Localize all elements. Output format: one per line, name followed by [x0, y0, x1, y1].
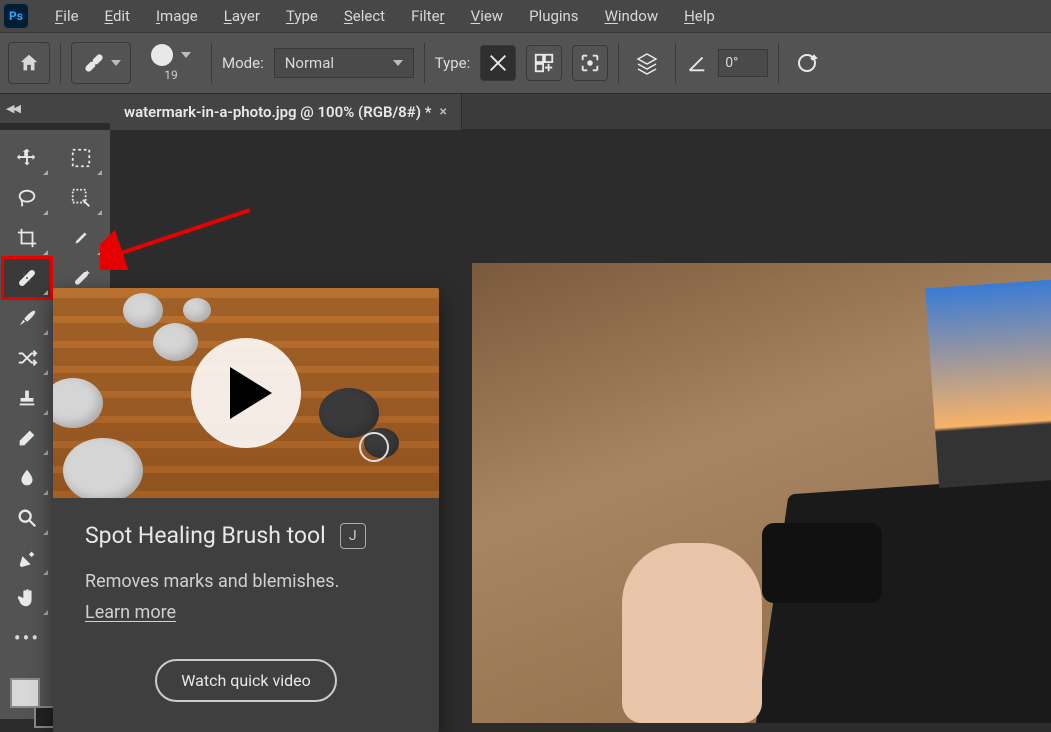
- hand-icon: [16, 587, 38, 609]
- brush-angle-input[interactable]: 0°: [718, 49, 768, 77]
- remix-tool[interactable]: [3, 338, 51, 378]
- close-icon[interactable]: ×: [439, 104, 446, 120]
- menu-help[interactable]: Help: [671, 7, 728, 25]
- cursor-ring-icon: [359, 432, 389, 462]
- tooltip-video-thumbnail[interactable]: [53, 288, 439, 498]
- pen-tool[interactable]: [3, 538, 51, 578]
- stamp-icon: [16, 387, 38, 409]
- sample-all-layers-button[interactable]: [629, 45, 665, 81]
- quick-selection-tool[interactable]: [57, 178, 105, 218]
- play-button[interactable]: [191, 338, 301, 448]
- menu-bar: Ps File Edit Image Layer Type Select Fil…: [0, 0, 1051, 32]
- magnify-icon: [16, 507, 38, 529]
- play-icon: [230, 367, 272, 419]
- content-aware-icon: [487, 52, 509, 74]
- eyedropper-icon: [70, 227, 92, 249]
- tool-tooltip-popover: Spot Healing Brush tool J Removes marks …: [53, 288, 439, 732]
- type-proximity-match-button[interactable]: [572, 45, 608, 81]
- smudge-tool[interactable]: [3, 458, 51, 498]
- chevron-down-icon: [181, 52, 191, 58]
- mode-value: Normal: [285, 54, 334, 72]
- sparkle-bandage-icon: [69, 266, 93, 290]
- pen-icon: [16, 547, 38, 569]
- hand-tool[interactable]: [3, 578, 51, 618]
- chevron-down-icon: [111, 60, 121, 66]
- bandage-icon: [15, 266, 39, 290]
- clone-stamp-tool[interactable]: [3, 378, 51, 418]
- home-icon: [18, 52, 40, 74]
- app-logo: Ps: [4, 4, 28, 28]
- menu-layer[interactable]: Layer: [211, 7, 273, 25]
- pressure-size-button[interactable]: [789, 45, 825, 81]
- type-content-aware-button[interactable]: [480, 45, 516, 81]
- document-tab-title: watermark-in-a-photo.jpg @ 100% (RGB/8#)…: [124, 103, 431, 121]
- type-label: Type:: [435, 54, 471, 72]
- divider: [778, 43, 779, 83]
- watch-video-button[interactable]: Watch quick video: [155, 659, 337, 702]
- mode-select[interactable]: Normal: [274, 48, 414, 78]
- menu-view[interactable]: View: [458, 7, 516, 25]
- learn-more-link[interactable]: Learn more: [85, 602, 176, 623]
- crop-icon: [16, 227, 38, 249]
- lasso-tool[interactable]: [3, 178, 51, 218]
- menu-window[interactable]: Window: [592, 7, 672, 25]
- eyedropper-tool[interactable]: [57, 218, 105, 258]
- menu-image[interactable]: Image: [143, 7, 211, 25]
- type-create-texture-button[interactable]: [526, 45, 562, 81]
- bandage-icon: [81, 50, 107, 76]
- drop-icon: [16, 467, 38, 489]
- tooltip-title: Spot Healing Brush tool: [85, 522, 326, 549]
- shuffle-icon: [16, 347, 38, 369]
- proximity-icon: [579, 52, 601, 74]
- color-swatches[interactable]: [10, 678, 52, 720]
- selection-brush-icon: [70, 187, 92, 209]
- brush-tool[interactable]: [3, 298, 51, 338]
- menu-type[interactable]: Type: [273, 7, 331, 25]
- texture-icon: [533, 52, 555, 74]
- divider: [424, 43, 425, 83]
- target-icon: [795, 51, 819, 75]
- home-button[interactable]: [8, 42, 50, 84]
- divider: [618, 43, 619, 83]
- document-tab[interactable]: watermark-in-a-photo.jpg @ 100% (RGB/8#)…: [110, 94, 462, 130]
- foreground-color-swatch[interactable]: [10, 678, 40, 708]
- menu-plugins[interactable]: Plugins: [516, 7, 591, 25]
- chevron-left-icon: ◀◀: [6, 102, 19, 115]
- document-canvas[interactable]: [472, 263, 1051, 723]
- eraser-icon: [16, 427, 38, 449]
- mode-label: Mode:: [222, 54, 264, 72]
- spot-healing-brush-tool[interactable]: [3, 258, 51, 298]
- marquee-icon: [70, 147, 92, 169]
- brush-icon: [16, 307, 38, 329]
- menu-filter[interactable]: Filter: [398, 7, 458, 25]
- tooltip-description: Removes marks and blemishes.: [85, 571, 407, 592]
- divider: [211, 43, 212, 83]
- divider: [60, 43, 61, 83]
- move-icon: [16, 147, 38, 169]
- angle-icon: [686, 52, 708, 74]
- menu-select[interactable]: Select: [331, 7, 398, 25]
- document-tab-bar: watermark-in-a-photo.jpg @ 100% (RGB/8#)…: [110, 94, 1051, 130]
- marquee-tool[interactable]: [57, 138, 105, 178]
- dodge-tool[interactable]: [3, 498, 51, 538]
- tooltip-shortcut-key: J: [340, 523, 366, 549]
- chevron-down-icon: [393, 60, 403, 66]
- move-tool[interactable]: [3, 138, 51, 178]
- divider: [675, 43, 676, 83]
- brush-size-label: 19: [164, 68, 178, 82]
- tool-preset-picker[interactable]: [71, 42, 131, 84]
- layers-icon: [635, 51, 659, 75]
- lasso-icon: [16, 187, 38, 209]
- crop-tool[interactable]: [3, 218, 51, 258]
- brush-dot-icon: [151, 44, 173, 66]
- eraser-tool[interactable]: [3, 418, 51, 458]
- brush-preset-picker[interactable]: 19: [141, 44, 201, 82]
- menu-file[interactable]: File: [42, 7, 92, 25]
- ellipsis-icon: •••: [14, 626, 40, 650]
- panel-collapse-strip[interactable]: ◀◀: [0, 94, 110, 124]
- options-bar: 19 Mode: Normal Type: 0°: [0, 32, 1051, 94]
- menu-edit[interactable]: Edit: [92, 7, 143, 25]
- more-tools[interactable]: •••: [3, 618, 51, 658]
